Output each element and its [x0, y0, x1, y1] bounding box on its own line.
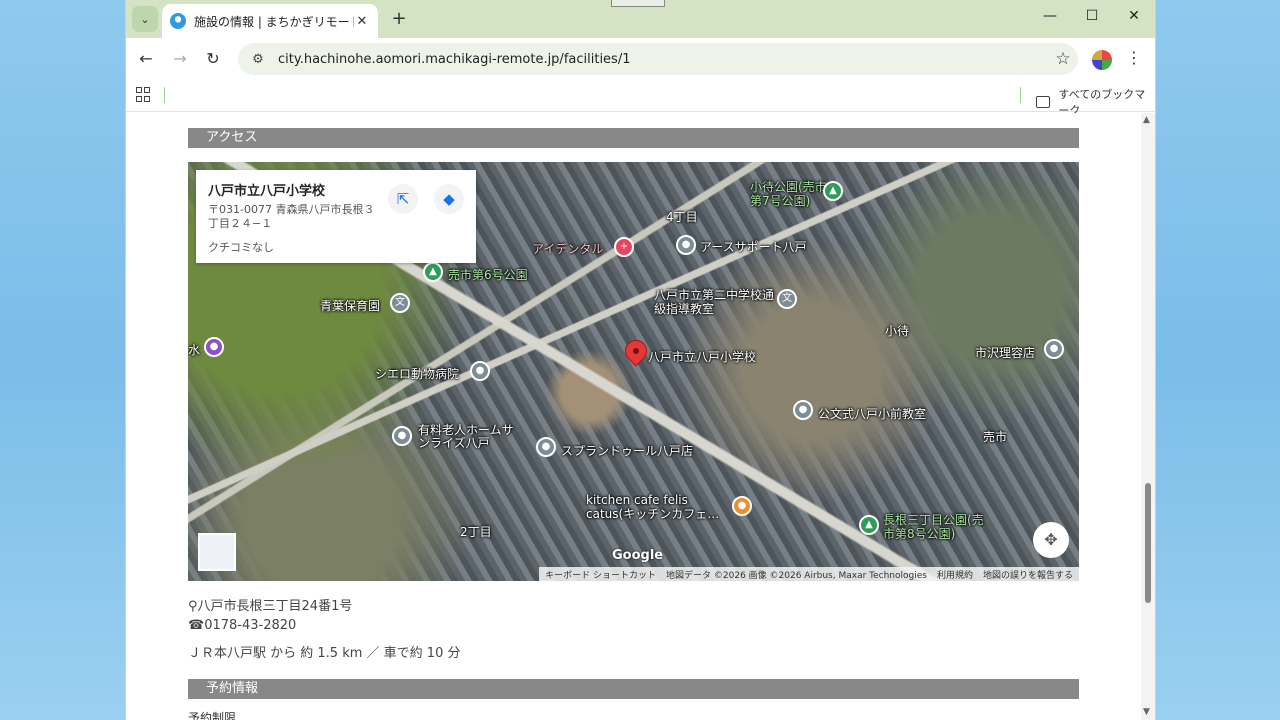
section-header-access: アクセス	[188, 128, 1079, 148]
map-label[interactable]: 売市第6号公園	[448, 266, 528, 283]
school-pin-icon[interactable]: 文	[777, 289, 797, 309]
address-bar[interactable]: ⚙ city.hachinohe.aomori.machikagi-remote…	[238, 43, 1078, 75]
page-scrollbar[interactable]: ▲ ▼	[1141, 113, 1155, 720]
map-label[interactable]: 有料老人ホームサンライズ八戸	[418, 424, 518, 450]
cafe-pin-icon[interactable]: ●	[732, 496, 752, 516]
scroll-down-icon[interactable]: ▼	[1143, 707, 1150, 717]
map-type-toggle[interactable]	[198, 533, 236, 571]
google-logo: Google	[612, 548, 664, 563]
address-text: 八戸市長根三丁目24番1号	[197, 599, 353, 614]
tab-strip: ⌄ 施設の情報 | まちかぎリモート ✕ + — ☐ ✕	[126, 0, 1155, 38]
map-label[interactable]: 市沢理容店	[975, 344, 1035, 361]
location-pin-icon: ⚲	[188, 599, 198, 614]
section-header-reservation: 予約情報	[188, 679, 1079, 699]
facility-phone: ☎0178-43-2820	[188, 618, 296, 633]
reservation-subheading: 予約制限	[188, 711, 237, 720]
terms-link[interactable]: 利用規約	[937, 568, 973, 581]
map-place-card: 八戸市立八戸小学校 〒031-0077 青森県八戸市長根３丁目２４−１ クチコミ…	[196, 170, 476, 263]
directions-icon[interactable]: ◆	[434, 184, 464, 214]
close-window-button[interactable]: ✕	[1122, 8, 1146, 24]
park-pin-icon[interactable]: ▲	[823, 181, 843, 201]
open-in-maps-icon[interactable]: ⇱	[388, 184, 418, 214]
scroll-thumb[interactable]	[1145, 483, 1151, 603]
reload-button[interactable]: ↻	[202, 48, 224, 70]
map-label[interactable]: 小待公園(売市第7号公園)	[750, 180, 828, 208]
dental-pin-icon[interactable]: +	[614, 237, 634, 257]
forward-button[interactable]: →	[169, 48, 191, 70]
map-label[interactable]: シエロ動物病院	[375, 365, 459, 382]
place-pin-icon[interactable]: ●	[676, 235, 696, 255]
browser-window: ⌄ 施設の情報 | まちかぎリモート ✕ + — ☐ ✕ ← → ↻ ⚙ cit…	[125, 0, 1156, 720]
favicon-icon	[170, 13, 186, 29]
map-label[interactable]: 青葉保育園	[320, 297, 380, 314]
map-label: 2丁目	[460, 525, 492, 539]
map-label[interactable]: アイデンタル	[532, 240, 603, 257]
place-reviews[interactable]: クチコミなし	[208, 239, 464, 255]
browser-tab[interactable]: 施設の情報 | まちかぎリモート ✕	[162, 4, 378, 38]
keyboard-shortcuts-link[interactable]: キーボード ショートカット	[545, 568, 656, 581]
map-move-control[interactable]: ✥	[1033, 522, 1069, 558]
bookmarks-bar: すべてのブックマーク	[126, 80, 1155, 117]
report-error-link[interactable]: 地図の誤りを報告する	[983, 568, 1073, 581]
map-label: 売市	[983, 430, 1008, 444]
school-pin-icon[interactable]: 文	[390, 293, 410, 313]
map-label[interactable]: アースサポート八戸	[700, 238, 807, 255]
url-text[interactable]: city.hachinohe.aomori.machikagi-remote.j…	[278, 52, 1048, 67]
phone-text[interactable]: 0178-43-2820	[204, 618, 296, 633]
tab-search-button[interactable]: ⌄	[132, 6, 158, 32]
map-data-credit: 地図データ ©2026 画像 ©2026 Airbus, Maxar Techn…	[666, 570, 927, 581]
place-pin-icon[interactable]: ●	[204, 337, 224, 357]
menu-kebab-icon[interactable]: ⋮	[1126, 48, 1142, 67]
map-attribution: キーボード ショートカット 地図データ ©2026 画像 ©2026 Airbu…	[539, 567, 1079, 581]
facility-access: ＪＲ本八戸駅 から 約 1.5 km ／ 車で約 10 分	[188, 646, 461, 661]
park-pin-icon[interactable]: ▲	[423, 262, 443, 282]
vet-pin-icon[interactable]: ●	[470, 361, 490, 381]
google-map[interactable]: + アイデンタル 4丁目 ● アースサポート八戸 小待公園(売市第7号公園) ▲…	[188, 162, 1079, 581]
place-name: 八戸市立八戸小学校	[208, 184, 326, 199]
map-label[interactable]: 八戸市立八戸小学校	[648, 348, 756, 365]
window-grab-handle[interactable]	[611, 0, 665, 7]
place-pin-icon[interactable]: ●	[392, 426, 412, 446]
maximize-button[interactable]: ☐	[1080, 8, 1104, 24]
map-label[interactable]: 長根三丁目公園(売市第8号公園)	[883, 513, 993, 541]
browser-toolbar: ← → ↻ ⚙ city.hachinohe.aomori.machikagi-…	[126, 38, 1155, 80]
place-pin-icon[interactable]: ●	[536, 437, 556, 457]
facility-address: ⚲八戸市長根三丁目24番1号	[188, 595, 352, 614]
scroll-up-icon[interactable]: ▲	[1143, 115, 1150, 125]
map-label: 小待	[885, 324, 910, 338]
map-label: 4丁目	[666, 210, 698, 224]
bookmarks-divider	[164, 87, 165, 103]
map-label: 水	[188, 343, 201, 357]
chevron-down-icon: ⌄	[140, 12, 150, 26]
bookmark-star-icon[interactable]: ☆	[1048, 49, 1078, 69]
profile-avatar[interactable]	[1092, 50, 1112, 70]
phone-icon: ☎	[188, 618, 205, 633]
map-marker-icon[interactable]	[620, 335, 652, 367]
place-pin-icon[interactable]: ●	[1044, 339, 1064, 359]
site-settings-icon[interactable]: ⚙	[244, 52, 272, 67]
park-pin-icon[interactable]: ▲	[859, 515, 879, 535]
new-tab-button[interactable]: +	[388, 8, 410, 29]
map-label[interactable]: kitchen cafe felis catus(キッチンカフェ…	[586, 493, 736, 521]
tab-title: 施設の情報 | まちかぎリモート	[194, 14, 354, 29]
bookmarks-divider	[1020, 87, 1021, 103]
back-button[interactable]: ←	[135, 48, 157, 70]
page-content: アクセス + アイデンタル 4丁目 ● アースサポート八戸 小待公園(売市第7号…	[126, 113, 1143, 720]
place-address: 〒031-0077 青森県八戸市長根３丁目２４−１	[208, 203, 375, 230]
folder-icon	[1036, 96, 1051, 108]
map-label[interactable]: スプランドゥール八戸店	[561, 442, 693, 459]
tab-close-icon[interactable]: ✕	[354, 14, 370, 29]
map-label[interactable]: 八戸市立第二中学校通級指導教室	[654, 288, 774, 316]
minimize-button[interactable]: —	[1038, 8, 1062, 24]
apps-grid-icon[interactable]	[136, 87, 152, 103]
place-pin-icon[interactable]: ●	[793, 400, 813, 420]
map-label[interactable]: 公文式八戸小前教室	[818, 405, 926, 422]
